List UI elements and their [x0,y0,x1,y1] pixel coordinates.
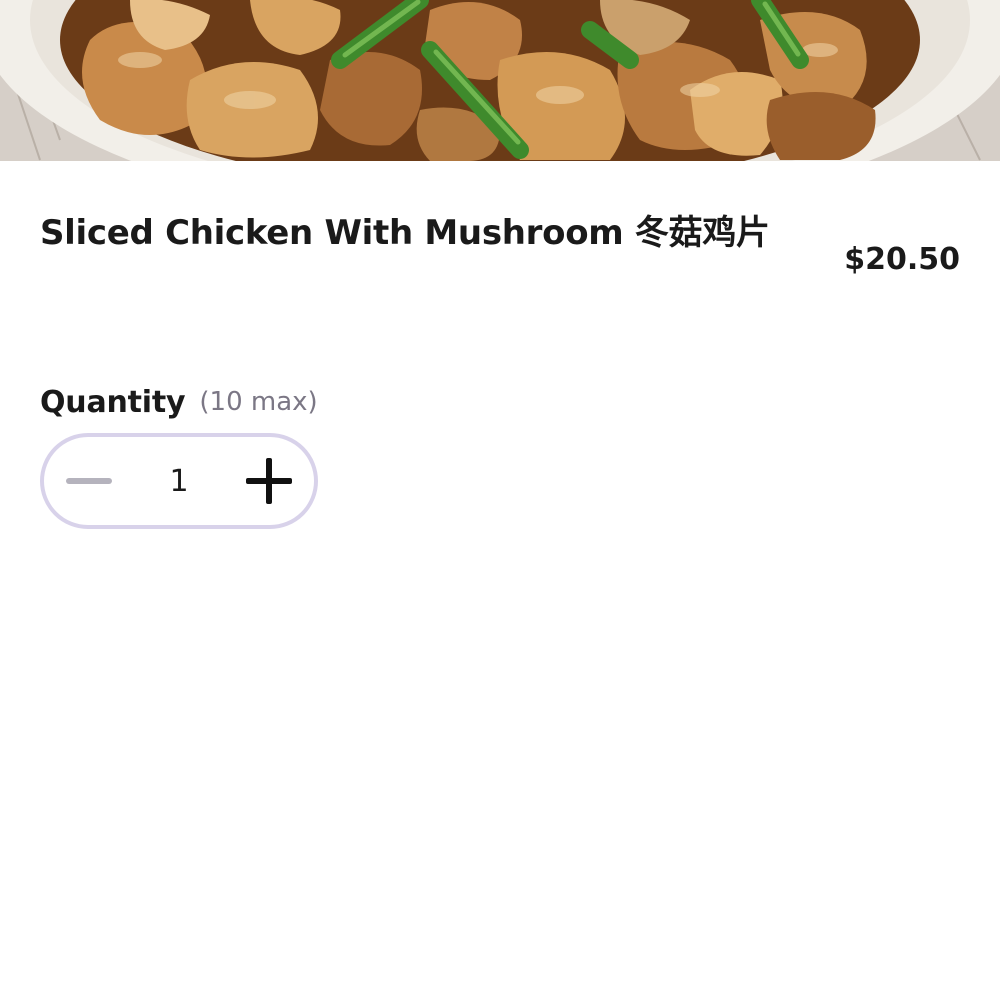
decrement-button[interactable] [44,437,134,525]
menu-item-detail: Sliced Chicken With Mushroom 冬菇鸡片 $20.50… [0,0,1000,1000]
quantity-stepper: 1 [40,433,318,529]
plus-icon [246,458,292,504]
item-price: $20.50 [844,242,960,277]
increment-button[interactable] [224,437,314,525]
quantity-max-hint: (10 max) [199,387,318,417]
quantity-header: Quantity (10 max) [40,380,318,424]
minus-icon [66,478,112,484]
item-photo [0,0,1000,161]
quantity-value: 1 [169,463,189,499]
quantity-label: Quantity [40,384,186,420]
item-name: Sliced Chicken With Mushroom 冬菇鸡片 [40,213,770,253]
